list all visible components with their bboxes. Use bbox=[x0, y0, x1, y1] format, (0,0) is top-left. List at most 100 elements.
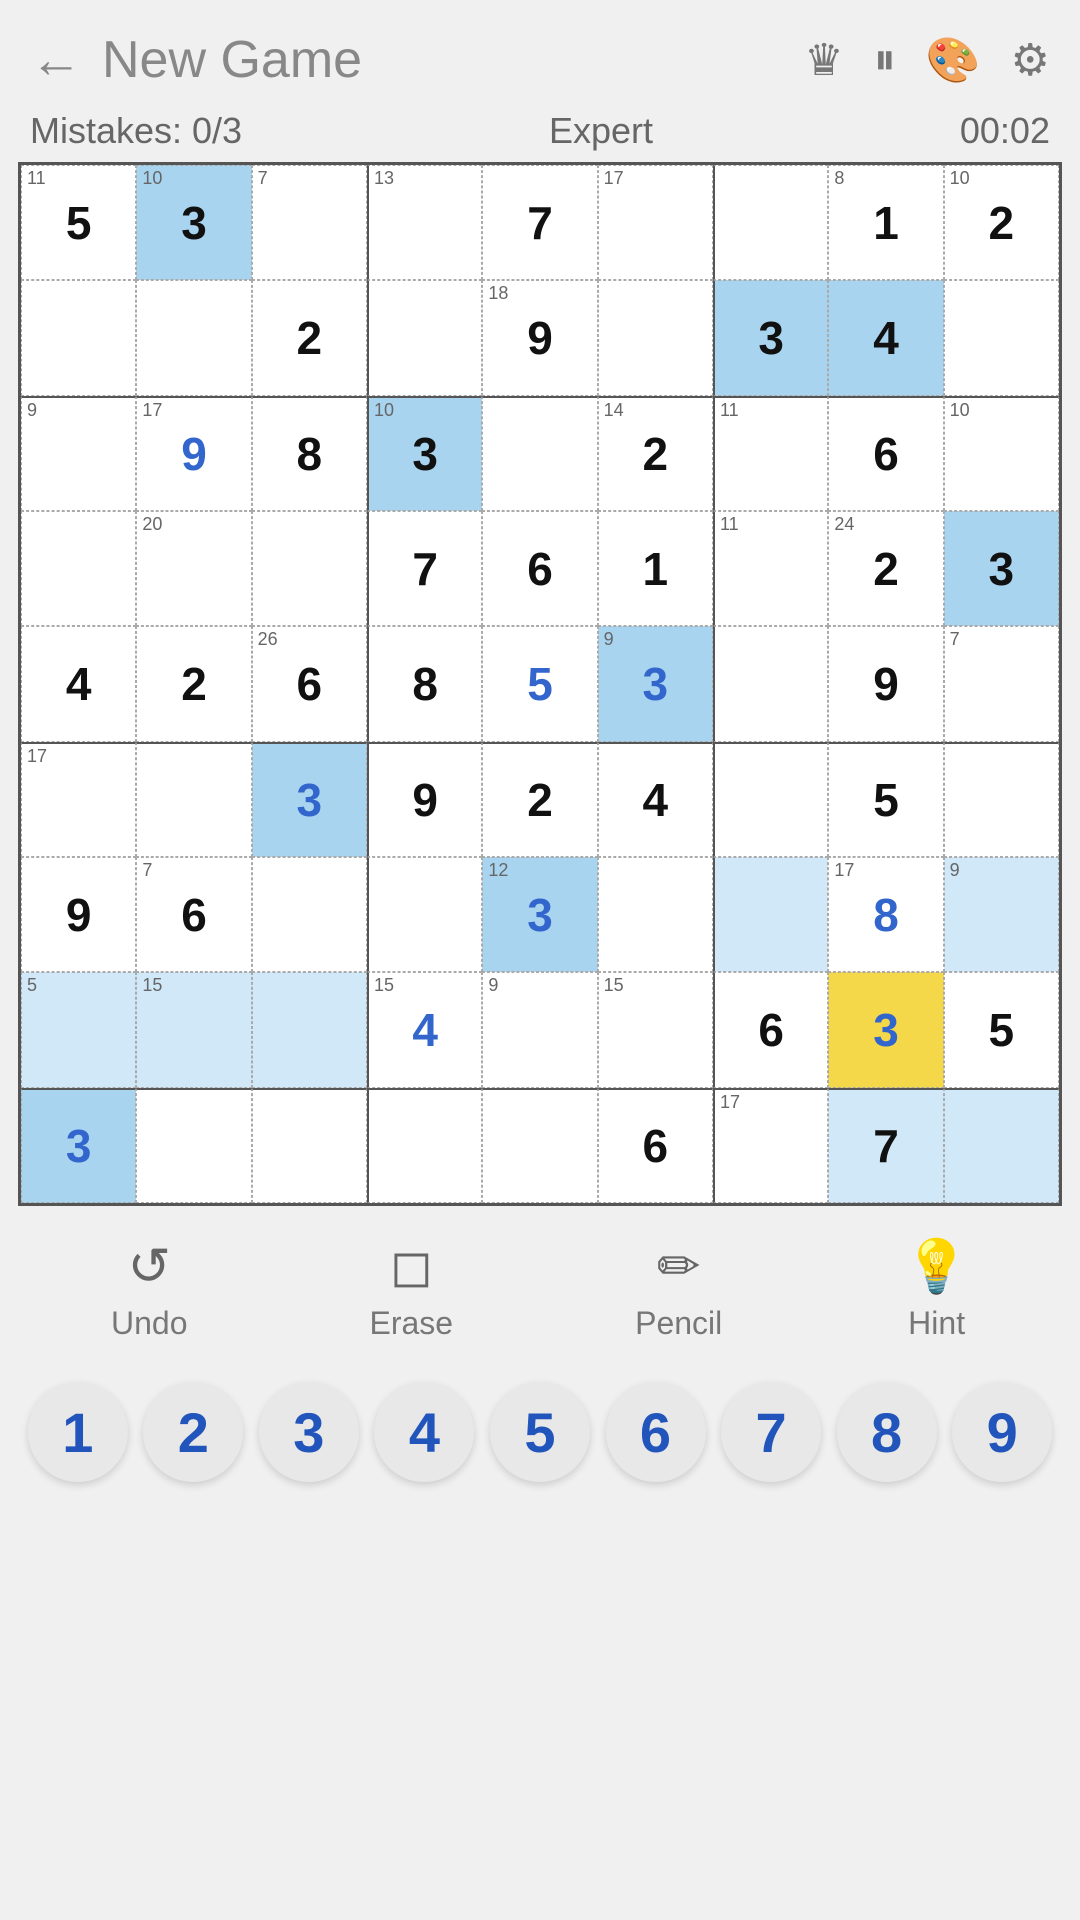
cell-r7c4[interactable] bbox=[367, 857, 482, 972]
cell-r1c1[interactable]: 115 bbox=[21, 165, 136, 280]
numpad-9[interactable]: 9 bbox=[952, 1382, 1052, 1482]
cell-r1c6[interactable]: 17 bbox=[598, 165, 713, 280]
cell-r8c1[interactable]: 5 bbox=[21, 972, 136, 1087]
settings-icon[interactable]: ⚙ bbox=[1011, 35, 1050, 86]
cell-r3c5[interactable] bbox=[482, 396, 597, 511]
back-button[interactable]: ← bbox=[30, 30, 82, 90]
cell-r6c4[interactable]: 9 bbox=[367, 742, 482, 857]
cell-r1c9[interactable]: 102 bbox=[944, 165, 1059, 280]
cell-r6c9[interactable] bbox=[944, 742, 1059, 857]
cell-r9c4[interactable] bbox=[367, 1088, 482, 1203]
cell-r4c8[interactable]: 242 bbox=[828, 511, 943, 626]
cell-r1c5[interactable]: 7 bbox=[482, 165, 597, 280]
cell-r9c9[interactable] bbox=[944, 1088, 1059, 1203]
cell-r5c3[interactable]: 266 bbox=[252, 626, 367, 741]
cell-r8c2[interactable]: 15 bbox=[136, 972, 251, 1087]
cell-r6c8[interactable]: 5 bbox=[828, 742, 943, 857]
cell-r9c2[interactable] bbox=[136, 1088, 251, 1203]
crown-icon[interactable]: ♛ bbox=[804, 35, 843, 86]
cell-r6c7[interactable] bbox=[713, 742, 828, 857]
cell-r2c7[interactable]: 3 bbox=[713, 280, 828, 395]
cell-r3c9[interactable]: 10 bbox=[944, 396, 1059, 511]
cell-r1c3[interactable]: 7 bbox=[252, 165, 367, 280]
cell-r5c5[interactable]: 5 bbox=[482, 626, 597, 741]
cell-r6c5[interactable]: 2 bbox=[482, 742, 597, 857]
numpad-8[interactable]: 8 bbox=[837, 1382, 937, 1482]
erase-button[interactable]: ◻ Erase bbox=[370, 1237, 454, 1342]
cell-r5c8[interactable]: 9 bbox=[828, 626, 943, 741]
cell-r5c6[interactable]: 93 bbox=[598, 626, 713, 741]
cell-r7c1[interactable]: 9 bbox=[21, 857, 136, 972]
cell-r6c1[interactable]: 17 bbox=[21, 742, 136, 857]
cell-r1c7[interactable] bbox=[713, 165, 828, 280]
cell-r3c1[interactable]: 9 bbox=[21, 396, 136, 511]
undo-button[interactable]: ↺ Undo bbox=[111, 1237, 188, 1342]
cell-r2c1[interactable] bbox=[21, 280, 136, 395]
cell-r5c1[interactable]: 4 bbox=[21, 626, 136, 741]
cell-r5c4[interactable]: 8 bbox=[367, 626, 482, 741]
cell-r8c7[interactable]: 6 bbox=[713, 972, 828, 1087]
cell-r3c3[interactable]: 8 bbox=[252, 396, 367, 511]
cell-r7c5[interactable]: 123 bbox=[482, 857, 597, 972]
pencil-button[interactable]: ✏ Pencil bbox=[635, 1237, 722, 1342]
cell-r2c4[interactable] bbox=[367, 280, 482, 395]
cell-r9c7[interactable]: 17 bbox=[713, 1088, 828, 1203]
cell-r7c2[interactable]: 76 bbox=[136, 857, 251, 972]
pause-icon[interactable]: ⏸ bbox=[874, 35, 896, 85]
palette-icon[interactable]: 🎨 bbox=[926, 34, 981, 86]
cell-r5c9[interactable]: 7 bbox=[944, 626, 1059, 741]
numpad-3[interactable]: 3 bbox=[259, 1382, 359, 1482]
numpad-4[interactable]: 4 bbox=[374, 1382, 474, 1482]
cell-r8c8[interactable]: 3 bbox=[828, 972, 943, 1087]
cell-r6c2[interactable] bbox=[136, 742, 251, 857]
cell-r7c8[interactable]: 178 bbox=[828, 857, 943, 972]
numpad-7[interactable]: 7 bbox=[721, 1382, 821, 1482]
cell-r2c6[interactable] bbox=[598, 280, 713, 395]
cell-r9c5[interactable] bbox=[482, 1088, 597, 1203]
cell-r3c2[interactable]: 179 bbox=[136, 396, 251, 511]
cell-r6c3[interactable]: 3 bbox=[252, 742, 367, 857]
cell-r8c5[interactable]: 9 bbox=[482, 972, 597, 1087]
cell-r2c5[interactable]: 189 bbox=[482, 280, 597, 395]
cell-value-r8c8: 3 bbox=[873, 1003, 899, 1057]
cell-r4c3[interactable] bbox=[252, 511, 367, 626]
cell-r9c8[interactable]: 7 bbox=[828, 1088, 943, 1203]
cell-r4c4[interactable]: 7 bbox=[367, 511, 482, 626]
cell-r3c4[interactable]: 103 bbox=[367, 396, 482, 511]
cell-r8c3[interactable] bbox=[252, 972, 367, 1087]
cell-r6c6[interactable]: 4 bbox=[598, 742, 713, 857]
cell-r4c1[interactable] bbox=[21, 511, 136, 626]
cell-r7c6[interactable] bbox=[598, 857, 713, 972]
cell-r4c2[interactable]: 20 bbox=[136, 511, 251, 626]
cell-r9c6[interactable]: 6 bbox=[598, 1088, 713, 1203]
cell-r3c6[interactable]: 142 bbox=[598, 396, 713, 511]
cell-r2c9[interactable] bbox=[944, 280, 1059, 395]
numpad-6[interactable]: 6 bbox=[606, 1382, 706, 1482]
cell-r2c3[interactable]: 2 bbox=[252, 280, 367, 395]
cell-r2c2[interactable] bbox=[136, 280, 251, 395]
numpad-1[interactable]: 1 bbox=[28, 1382, 128, 1482]
cell-r3c7[interactable]: 11 bbox=[713, 396, 828, 511]
cell-r9c3[interactable] bbox=[252, 1088, 367, 1203]
cell-r5c2[interactable]: 2 bbox=[136, 626, 251, 741]
cell-r7c9[interactable]: 9 bbox=[944, 857, 1059, 972]
cell-r4c7[interactable]: 11 bbox=[713, 511, 828, 626]
cell-r1c4[interactable]: 13 bbox=[367, 165, 482, 280]
cell-r4c5[interactable]: 6 bbox=[482, 511, 597, 626]
cell-r5c7[interactable] bbox=[713, 626, 828, 741]
cell-r2c8[interactable]: 4 bbox=[828, 280, 943, 395]
cell-r7c7[interactable] bbox=[713, 857, 828, 972]
hint-button[interactable]: 💡 Hint bbox=[904, 1236, 969, 1342]
numpad-5[interactable]: 5 bbox=[490, 1382, 590, 1482]
cell-r8c6[interactable]: 15 bbox=[598, 972, 713, 1087]
cell-r1c8[interactable]: 81 bbox=[828, 165, 943, 280]
cell-r8c9[interactable]: 5 bbox=[944, 972, 1059, 1087]
cell-r1c2[interactable]: 103 bbox=[136, 165, 251, 280]
cell-r3c8[interactable]: 6 bbox=[828, 396, 943, 511]
cell-r8c4[interactable]: 154 bbox=[367, 972, 482, 1087]
cell-r9c1[interactable]: 3 bbox=[21, 1088, 136, 1203]
cell-r4c6[interactable]: 1 bbox=[598, 511, 713, 626]
numpad-2[interactable]: 2 bbox=[143, 1382, 243, 1482]
cell-r4c9[interactable]: 3 bbox=[944, 511, 1059, 626]
cell-r7c3[interactable] bbox=[252, 857, 367, 972]
